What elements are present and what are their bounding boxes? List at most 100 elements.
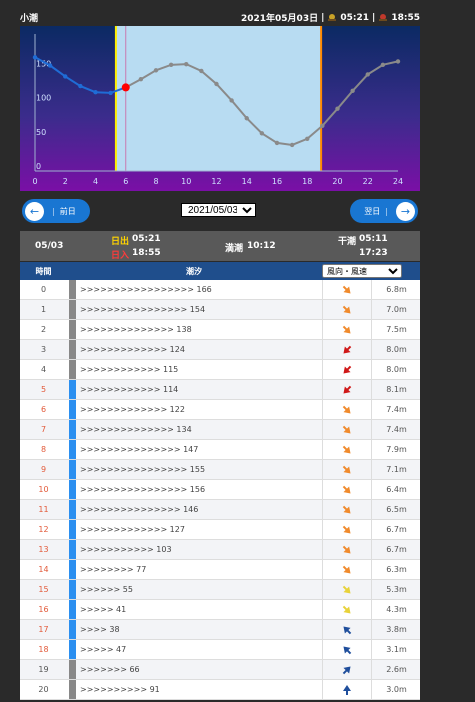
daylight-bar — [69, 300, 76, 319]
data-point — [244, 116, 249, 121]
col-tide: 潮汐 — [186, 267, 202, 276]
wind-arrow-icon — [342, 485, 351, 494]
hour-cell: 10 — [38, 485, 49, 494]
wind-speed-cell: 3.0m — [371, 680, 421, 699]
arrow-left-icon: ← — [25, 201, 44, 221]
daylight-bar — [69, 560, 76, 579]
tide-cell: >>>>> 47 — [80, 645, 127, 654]
daylight-bar — [69, 440, 76, 459]
wind-arrow-icon — [342, 665, 351, 674]
data-point — [229, 98, 234, 103]
x-tick-label: 8 — [153, 177, 158, 186]
wind-speed-cell: 2.6m — [371, 660, 421, 679]
separator: | — [321, 12, 325, 23]
table-header: 時間 潮汐 風向・風速 — [20, 262, 420, 280]
separator: | — [372, 12, 376, 23]
x-tick-label: 14 — [242, 177, 252, 186]
table-row: 8 >>>>>>>>>>>>>>> 147 7.9m — [20, 440, 420, 460]
x-tick-label: 16 — [272, 177, 282, 186]
low-tide-label: 干潮 — [338, 237, 357, 247]
wind-direction-cell — [322, 460, 371, 479]
wind-direction-cell — [322, 380, 371, 399]
tide-cell: >>>>>>>> 77 — [80, 565, 147, 574]
daylight-bar — [69, 360, 76, 379]
high-tide-time: 10:12 — [247, 241, 276, 251]
data-point — [274, 140, 280, 146]
x-tick-label: 0 — [32, 177, 37, 186]
wind-direction-cell — [322, 560, 371, 579]
summary-date: 05/03 — [35, 241, 64, 251]
x-tick-label: 6 — [123, 177, 128, 186]
summary-bar: 05/03 日出 05:21 日入 18:55 満潮 10:12 干潮 05:1… — [20, 231, 420, 261]
data-point — [350, 88, 355, 94]
tide-cell: >>>>>>> 66 — [80, 665, 140, 674]
daylight-bar — [69, 380, 76, 399]
tide-cell: >>>>>>>>>>>>>>> 146 — [80, 505, 199, 514]
wind-direction-cell — [322, 680, 371, 699]
tide-cell: >>>>>>>>>>>>>>>> 156 — [80, 485, 206, 494]
wind-arrow-icon — [343, 365, 352, 374]
sunset-icon — [379, 13, 388, 21]
wind-direction-cell — [322, 320, 371, 339]
wind-speed-cell: 7.4m — [371, 420, 421, 439]
wind-arrow-icon — [342, 425, 351, 434]
summary-sunset: 18:55 — [132, 248, 161, 258]
hour-cell: 3 — [40, 345, 47, 354]
data-point — [199, 68, 204, 74]
data-point — [184, 61, 189, 67]
table-row: 10 >>>>>>>>>>>>>>>> 156 6.4m — [20, 480, 420, 500]
table-row: 4 >>>>>>>>>>>> 115 8.0m — [20, 360, 420, 380]
header-sunrise: 05:21 — [340, 12, 370, 23]
wind-direction-cell — [322, 300, 371, 319]
tide-cell: >>>>>>>>>>>>>> 134 — [80, 425, 192, 434]
prev-day-label: 前日 — [59, 206, 76, 216]
current-point — [121, 83, 130, 92]
daylight-bar — [69, 520, 76, 539]
wind-direction-cell — [322, 480, 371, 499]
wind-direction-cell — [322, 540, 371, 559]
tide-cell: >>>>>>>>>>>> 114 — [80, 385, 179, 394]
wind-arrow-icon — [342, 285, 351, 294]
header-sunset: 18:55 — [391, 12, 420, 23]
daylight-bar — [69, 580, 76, 599]
prev-day-button[interactable]: ← | 前日 — [22, 199, 90, 223]
wind-arrow-icon — [343, 625, 352, 634]
data-point — [335, 106, 340, 111]
y-tick-label: 0 — [36, 162, 41, 171]
wind-speed-cell: 7.4m — [371, 400, 421, 419]
wind-speed-cell: 4.3m — [371, 600, 421, 619]
table-row: 15 >>>>>> 55 5.3m — [20, 580, 420, 600]
daylight-bar — [69, 460, 76, 479]
wind-speed-cell: 5.3m — [371, 580, 421, 599]
wind-speed-cell: 7.1m — [371, 460, 421, 479]
wind-speed-cell: 6.4m — [371, 480, 421, 499]
hour-cell: 4 — [40, 365, 47, 374]
tide-cell: >>>>>>>>>>> 103 — [80, 545, 172, 554]
wind-speed-cell: 6.8m — [371, 280, 421, 299]
tide-cell: >>>>>>>>>>>>>> 138 — [80, 325, 192, 334]
sunset-label: 日入 — [111, 251, 130, 261]
wind-direction-cell — [322, 280, 371, 299]
x-tick-label: 20 — [332, 177, 342, 186]
header-date: 2021年05月03日 — [240, 14, 319, 24]
table-row: 18 >>>>> 47 3.1m — [20, 640, 420, 660]
wind-arrow-icon — [343, 345, 352, 354]
separator: | — [52, 206, 55, 216]
tide-cell: >>>> 38 — [80, 625, 120, 634]
wind-speed-cell: 8.1m — [371, 380, 421, 399]
data-point — [32, 55, 38, 60]
table-row: 0 >>>>>>>>>>>>>>>>> 166 6.8m — [20, 280, 420, 300]
page-header: 小潮 2021年05月03日 | 05:21 | 18:55 — [0, 0, 475, 26]
hour-cell: 16 — [38, 605, 49, 614]
date-select[interactable]: 2021/05/03 — [181, 203, 256, 217]
wind-select[interactable]: 風向・風速 — [322, 264, 402, 278]
next-day-button[interactable]: 翌日 | → — [350, 199, 418, 223]
wind-direction-cell — [322, 420, 371, 439]
daylight-bar — [69, 320, 76, 339]
table-body: 0 >>>>>>>>>>>>>>>>> 166 6.8m 1 >>>>>>>>>>>>>… — [20, 280, 420, 700]
wind-direction-cell — [322, 600, 371, 619]
data-point — [305, 136, 310, 142]
wind-direction-cell — [322, 340, 371, 359]
tide-cell: >>>>>>>>>>>> 115 — [80, 365, 179, 374]
data-point — [93, 90, 98, 95]
